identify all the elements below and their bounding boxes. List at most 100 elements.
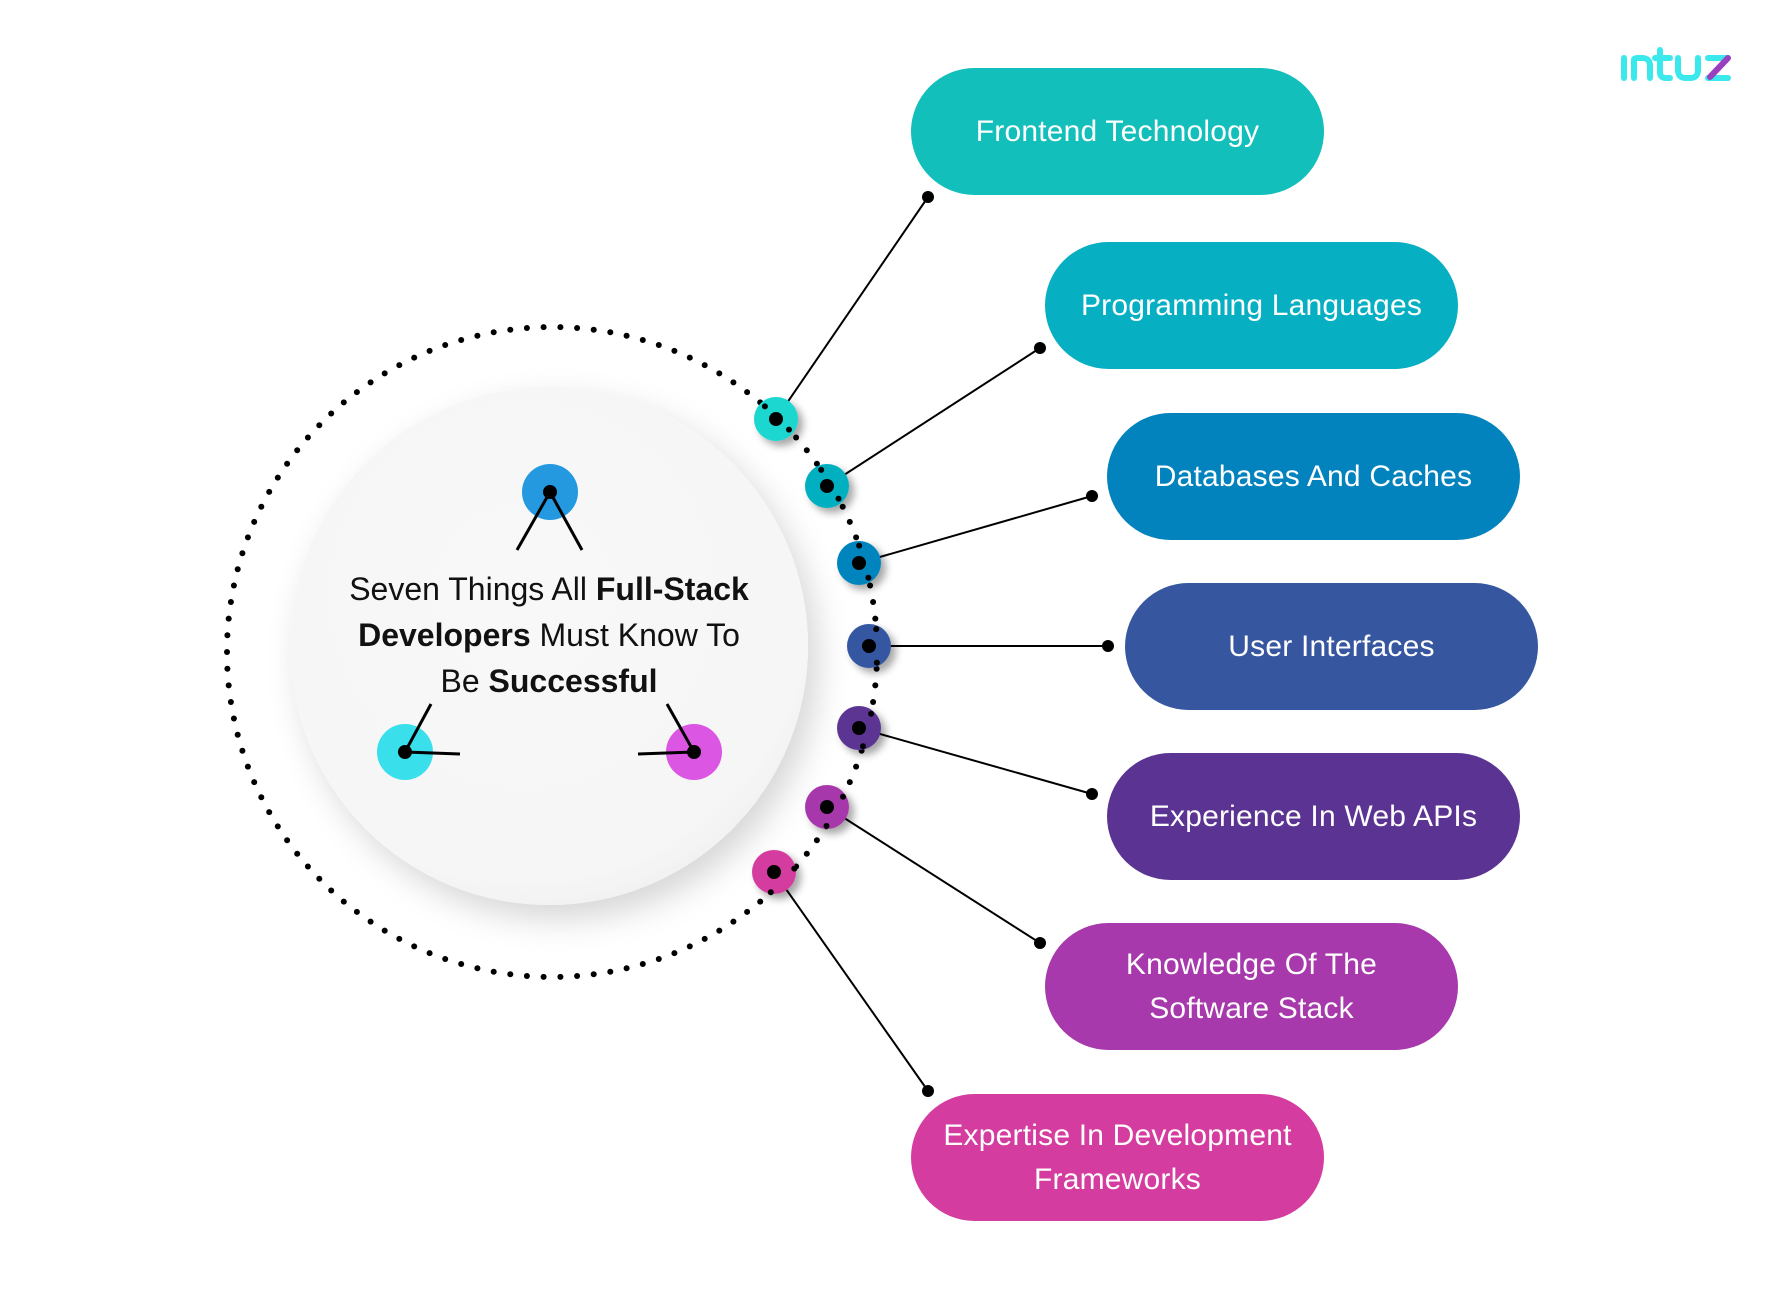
node-center-dot bbox=[852, 721, 866, 735]
ring-dot bbox=[590, 971, 597, 978]
ring-dot bbox=[381, 370, 388, 377]
connector-end-dot bbox=[1086, 788, 1098, 800]
ring-dot bbox=[655, 956, 662, 962]
node-ring-dot bbox=[835, 495, 842, 502]
connector-line bbox=[858, 495, 1093, 564]
pill-label-line: Expertise In Development bbox=[943, 1118, 1292, 1152]
ring-dot bbox=[367, 918, 374, 925]
pill-programming-languages[interactable]: Programming Languages bbox=[1045, 242, 1458, 369]
ring-dot bbox=[294, 447, 301, 454]
pill-knowledge-of-software-stack[interactable]: Knowledge Of The Software Stack bbox=[1045, 923, 1458, 1050]
ring-dot bbox=[872, 682, 879, 689]
ring-dot bbox=[224, 665, 231, 672]
ring-dot bbox=[224, 649, 230, 655]
ring-dot bbox=[671, 950, 678, 957]
ring-dot bbox=[274, 823, 281, 830]
ring-dot bbox=[867, 582, 874, 589]
ring-dot bbox=[846, 518, 853, 525]
icon-center-dot bbox=[398, 745, 412, 759]
ring-dot bbox=[744, 908, 751, 915]
ring-dot bbox=[258, 503, 265, 510]
icon-line bbox=[404, 750, 461, 756]
connector-line bbox=[826, 806, 1041, 944]
ring-dot bbox=[411, 354, 418, 361]
ring-dot bbox=[853, 763, 860, 770]
ring-dot bbox=[367, 379, 374, 386]
title-line-1-regular: Seven Things All bbox=[349, 571, 596, 607]
connector-end-dot bbox=[1034, 342, 1046, 354]
connector-line bbox=[826, 347, 1041, 487]
intuz-logo bbox=[1621, 47, 1731, 81]
center-title: Seven Things All Full-Stack Developers M… bbox=[318, 566, 780, 704]
ring-dot bbox=[426, 950, 433, 957]
ring-dot bbox=[846, 779, 853, 786]
ring-dot bbox=[258, 794, 265, 801]
ring-dot bbox=[853, 534, 860, 541]
title-line-3: Be Successful bbox=[318, 658, 780, 704]
title-line-2: Developers Must Know To bbox=[318, 612, 780, 658]
ring-dot bbox=[803, 850, 810, 857]
ring-dot bbox=[239, 747, 246, 754]
ring-dot bbox=[234, 566, 241, 573]
ring-dot bbox=[557, 324, 564, 331]
ring-dot bbox=[574, 973, 581, 979]
node-ring-dot bbox=[856, 542, 863, 549]
pill-expertise-in-development-frameworks[interactable]: Expertise In Development Frameworks bbox=[911, 1094, 1324, 1221]
node-ring-dot bbox=[761, 403, 768, 410]
pill-label-line: Databases And Caches bbox=[1154, 459, 1473, 493]
ring-dot bbox=[474, 332, 481, 339]
node-ring-dot bbox=[840, 793, 846, 800]
pill-experience-in-web-apis[interactable]: Experience In Web APIs bbox=[1107, 753, 1520, 880]
ring-dot bbox=[870, 599, 877, 605]
ring-dot bbox=[340, 898, 347, 905]
ring-dot bbox=[316, 875, 323, 882]
node-ring-dot bbox=[865, 574, 872, 581]
ring-dot bbox=[381, 927, 388, 934]
ring-dot bbox=[328, 887, 335, 894]
connector-end-dot bbox=[1086, 490, 1098, 502]
ring-dot bbox=[225, 682, 232, 689]
ring-dot bbox=[244, 534, 251, 541]
ring-dot bbox=[686, 354, 693, 361]
icon-center-dot bbox=[687, 745, 701, 759]
logo-letter-n bbox=[1631, 55, 1653, 81]
ring-dot bbox=[266, 488, 273, 495]
ring-dot bbox=[442, 956, 449, 962]
title-line-1-bold: Full-Stack bbox=[595, 571, 749, 607]
connector-line bbox=[775, 196, 929, 420]
ring-dot bbox=[655, 342, 662, 348]
node-ring-dot bbox=[868, 710, 875, 717]
node-ring-dot bbox=[860, 743, 866, 750]
ring-dot bbox=[716, 370, 723, 377]
ring-dot bbox=[803, 447, 810, 454]
ring-dot bbox=[540, 324, 547, 331]
ring-dot bbox=[230, 715, 237, 722]
node-ring-dot bbox=[823, 822, 830, 829]
ring-dot bbox=[872, 615, 879, 622]
ring-dot bbox=[442, 342, 449, 348]
ring-dot bbox=[793, 434, 800, 441]
pill-databases-and-caches[interactable]: Databases And Caches bbox=[1107, 413, 1520, 540]
ring-dot bbox=[224, 632, 231, 639]
ring-dot bbox=[340, 399, 347, 406]
ring-dot bbox=[251, 518, 258, 525]
ring-dot bbox=[686, 943, 693, 950]
ring-dot bbox=[490, 329, 497, 336]
ring-dot bbox=[744, 389, 751, 396]
pill-user-interfaces[interactable]: User Interfaces bbox=[1125, 583, 1538, 710]
pill-label-line: Frameworks bbox=[1033, 1162, 1201, 1196]
ring-dot bbox=[574, 325, 581, 331]
ring-dot bbox=[426, 347, 433, 354]
pill-label-line: Experience In Web APIs bbox=[1149, 799, 1478, 833]
ring-dot bbox=[227, 599, 234, 605]
node-center-dot bbox=[862, 639, 876, 653]
pill-frontend-technology[interactable]: Frontend Technology bbox=[911, 68, 1324, 195]
connector-end-dot bbox=[922, 191, 934, 203]
node-ring-dot bbox=[873, 659, 880, 666]
ring-dot bbox=[458, 337, 465, 343]
ring-dot bbox=[607, 329, 614, 336]
ring-dot bbox=[701, 935, 708, 942]
ring-dot bbox=[316, 422, 323, 429]
ring-dot bbox=[396, 362, 403, 369]
title-line-3-bold: Successful bbox=[488, 663, 658, 699]
